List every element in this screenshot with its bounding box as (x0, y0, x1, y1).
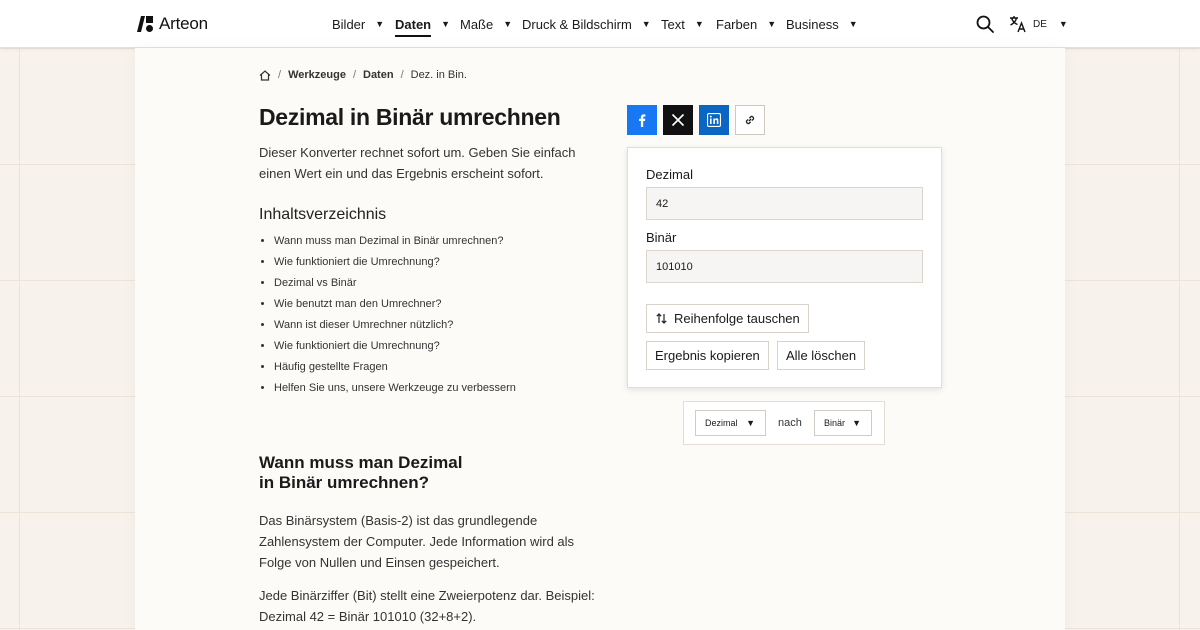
chevron-down-icon: ▼ (746, 418, 755, 428)
section-title-line: in Binär umrechnen? (259, 473, 430, 492)
toc-link[interactable]: Dezimal vs Binär (274, 274, 516, 295)
link-icon (745, 115, 755, 125)
page-title: Dezimal in Binär umrechnen (259, 104, 561, 130)
nav-label: Druck & Bildschirm (522, 16, 632, 32)
chevron-down-icon: ▼ (852, 418, 861, 428)
chevron-down-icon: ▼ (503, 19, 513, 29)
home-icon[interactable] (259, 69, 271, 81)
toc-link[interactable]: Häufig gestellte Fragen (274, 358, 516, 379)
share-linkedin-button[interactable] (699, 105, 729, 135)
toc-link[interactable]: Wie funktioniert die Umrechnung? (274, 337, 516, 358)
section-title-line: Wann muss man Dezimal (259, 453, 463, 472)
to-unit-select[interactable]: Binär ▼ (814, 410, 872, 436)
toc-title: Inhaltsverzeichnis (259, 206, 387, 223)
breadcrumb-link-daten[interactable]: Daten (363, 69, 394, 81)
nav-label: Daten (395, 12, 432, 37)
nav-label: Maße (460, 16, 494, 32)
toc-link[interactable]: Wann ist dieser Umrechner nützlich? (274, 316, 516, 337)
chevron-down-icon: ▼ (694, 19, 704, 29)
breadcrumb: / Werkzeuge / Daten / Dez. in Bin. (259, 69, 467, 81)
nav-item-text[interactable]: Text ▼ (661, 0, 704, 48)
nav-label: Bilder (332, 16, 366, 32)
brand-name: Arteon (159, 14, 208, 33)
nav-item-business[interactable]: Business ▼ (786, 0, 858, 48)
breadcrumb-separator: / (400, 69, 404, 81)
clear-all-button[interactable]: Alle löschen (777, 341, 866, 370)
section-title: Wann muss man Dezimal in Binär umrechnen… (259, 453, 499, 493)
page-intro: Dieser Konverter rechnet sofort um. Gebe… (259, 145, 576, 181)
decimal-label: Dezimal (646, 167, 693, 182)
from-unit-select[interactable]: Dezimal ▼ (695, 410, 766, 436)
share-facebook-button[interactable] (627, 105, 657, 135)
to-unit-value: Binär (824, 418, 846, 428)
chevron-down-icon: ▼ (848, 19, 858, 29)
x-logo-icon (671, 113, 685, 127)
nav-item-bilder[interactable]: Bilder ▼ (332, 0, 384, 48)
copy-result-label: Ergebnis kopieren (655, 348, 760, 363)
swap-icon (656, 313, 667, 324)
language-code: DE (1033, 18, 1047, 30)
section-paragraph: Das Binärsystem (Basis-2) ist das grundl… (259, 513, 575, 570)
chevron-down-icon: ▼ (375, 19, 385, 29)
chevron-down-icon: ▼ (441, 19, 451, 29)
toc-link[interactable]: Wie funktioniert die Umrechnung? (274, 253, 516, 274)
translate-icon (1010, 16, 1026, 33)
swap-order-label: Reihenfolge tauschen (674, 311, 800, 326)
search-icon (976, 15, 994, 33)
logo-icon (137, 16, 153, 32)
toc-link[interactable]: Helfen Sie uns, unsere Werkzeuge zu verb… (274, 379, 516, 400)
nav-item-druck-bildschirm[interactable]: Druck & Bildschirm ▼ (522, 0, 651, 48)
nav-item-farben[interactable]: Farben ▼ (716, 0, 776, 48)
swap-order-button[interactable]: Reihenfolge tauschen (646, 304, 809, 333)
copy-result-button[interactable]: Ergebnis kopieren (646, 341, 769, 370)
breadcrumb-current: Dez. in Bin. (410, 69, 467, 81)
facebook-icon (639, 114, 646, 127)
copy-link-button[interactable] (735, 105, 765, 135)
table-of-contents: Wann muss man Dezimal in Binär umrechnen… (274, 232, 516, 400)
toc-link[interactable]: Wie benutzt man den Umrechner? (274, 295, 516, 316)
nav-label: Business (786, 16, 839, 32)
section-paragraph: Jede Binärziffer (Bit) stellt eine Zweie… (259, 588, 595, 624)
share-x-button[interactable] (663, 105, 693, 135)
binary-label: Binär (646, 230, 677, 245)
binary-output[interactable] (646, 250, 923, 283)
breadcrumb-separator: / (278, 69, 282, 81)
toc-link[interactable]: Wann muss man Dezimal in Binär umrechnen… (274, 232, 516, 253)
chevron-down-icon: ▼ (767, 19, 777, 29)
decimal-input[interactable] (646, 187, 923, 220)
site-header: Arteon Bilder ▼ Daten ▼ Maße ▼ Druck & B… (0, 0, 1200, 48)
unit-connector: nach (778, 417, 802, 429)
brand-logo[interactable]: Arteon (137, 14, 208, 34)
chevron-down-icon: ▼ (1058, 19, 1068, 29)
linkedin-icon (707, 113, 721, 127)
nav-item-masse[interactable]: Maße ▼ (460, 0, 512, 48)
nav-label: Text (661, 16, 685, 32)
language-selector[interactable]: DE ▼ (1009, 15, 1068, 33)
breadcrumb-separator: / (352, 69, 356, 81)
nav-label: Farben (716, 16, 758, 32)
breadcrumb-link-werkzeuge[interactable]: Werkzeuge (288, 69, 346, 81)
chevron-down-icon: ▼ (641, 19, 651, 29)
from-unit-value: Dezimal (705, 418, 738, 428)
search-button[interactable] (976, 15, 994, 33)
clear-all-label: Alle löschen (786, 348, 857, 363)
nav-item-daten[interactable]: Daten ▼ (395, 0, 450, 48)
